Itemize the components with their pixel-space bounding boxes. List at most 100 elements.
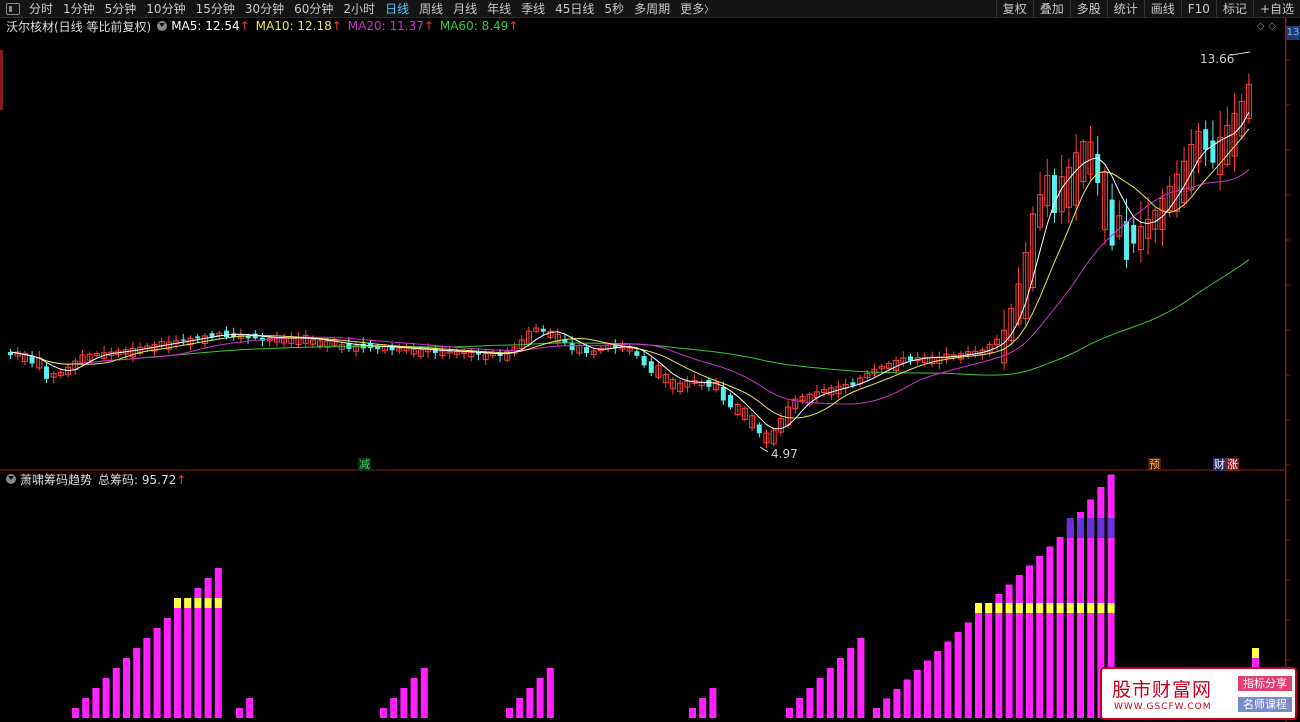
candle-down: [209, 333, 215, 337]
chip-bar: [699, 698, 707, 718]
chip-bar: [1015, 575, 1023, 718]
candle-down: [641, 356, 647, 366]
candle-down: [756, 424, 762, 434]
watermark-title: 股市财富网: [1112, 679, 1213, 701]
marker-yu[interactable]: 预: [1148, 458, 1161, 471]
chip-bar: [400, 688, 408, 718]
chip-bar-yellow: [1107, 603, 1115, 613]
chip-bar: [112, 668, 120, 718]
indicator-total: 总筹码: 95.72↑: [98, 471, 186, 488]
chip-bar: [174, 608, 181, 718]
chip-bar: [1077, 512, 1084, 718]
chip-bar: [913, 670, 921, 718]
chip-bar-blue: [1066, 518, 1074, 538]
marker-cai[interactable]: 财: [1213, 458, 1226, 471]
chip-bar: [883, 698, 891, 718]
candle-down: [569, 343, 575, 351]
chip-bar: [954, 632, 962, 718]
chip-bar-blue: [1087, 518, 1095, 538]
ma5-line: [10, 112, 1250, 430]
chip-bar-yellow: [1005, 603, 1013, 613]
watermark-tag-share: 指标分享: [1238, 676, 1292, 691]
chip-bar: [1026, 565, 1033, 718]
marker-zhang[interactable]: 涨: [1226, 458, 1239, 471]
chip-bar-yellow: [975, 603, 982, 613]
chip-bar: [390, 698, 398, 718]
chip-bar: [985, 603, 993, 718]
chip-bar: [893, 689, 901, 718]
candle-down: [224, 330, 229, 337]
chip-bar: [214, 568, 222, 718]
indicator-legend: 萧啸筹码趋势 总筹码: 95.72↑: [6, 471, 192, 488]
chip-bar-blue: [1077, 518, 1084, 538]
candle-down: [180, 339, 186, 341]
candle-down: [720, 387, 726, 401]
chip-bar-yellow: [1036, 603, 1044, 613]
indicator-dropdown-icon[interactable]: [6, 474, 16, 484]
chip-bar: [826, 668, 834, 718]
chip-bar: [847, 648, 855, 718]
chip-bar: [153, 628, 161, 718]
watermark-logo: 股市财富网 WWW.GSCFW.COM 指标分享 名师课程: [1100, 667, 1297, 720]
chart-grid: [0, 18, 1290, 722]
candle-down: [1131, 224, 1137, 244]
chip-bar: [689, 708, 696, 718]
chip-bar-yellow: [1056, 603, 1064, 613]
chip-bar-yellow: [1097, 603, 1105, 613]
chip-bar: [903, 679, 911, 718]
chip-bar-yellow: [204, 598, 212, 608]
chip-bar: [102, 678, 110, 718]
chip-bar-yellow: [184, 598, 192, 608]
chip-bar: [816, 678, 824, 718]
chip-bar: [1066, 524, 1074, 718]
candle-down: [648, 361, 654, 373]
chip-bar: [246, 698, 254, 718]
chip-bar: [92, 688, 100, 718]
chip-bar-blue: [1107, 518, 1115, 538]
high-price-label: 13.66: [1200, 52, 1235, 66]
candle-down: [540, 328, 546, 332]
watermark-tag-course: 名师课程: [1238, 697, 1292, 712]
chip-bar: [536, 678, 544, 718]
candle-down: [634, 351, 640, 356]
chip-bar: [857, 638, 865, 718]
candle-down: [195, 336, 201, 339]
candles: [8, 73, 1252, 449]
candle-down: [584, 347, 589, 354]
chip-bar-yellow: [214, 598, 222, 608]
chip-bars: [72, 474, 1259, 718]
chip-bar: [873, 708, 880, 718]
chip-bar: [420, 668, 428, 718]
chip-bar-yellow: [985, 603, 993, 613]
chip-bar: [709, 688, 717, 718]
ma-lines: [10, 51, 1251, 453]
chip-bar: [934, 651, 942, 718]
chip-bar-yellow: [995, 603, 1003, 613]
indicator-name[interactable]: 萧啸筹码趋势: [20, 471, 92, 488]
chip-bar: [975, 613, 982, 718]
candle-down: [850, 382, 856, 386]
kline-chart[interactable]: [0, 0, 1300, 722]
candle-down: [1124, 221, 1129, 260]
indicator-arrow: ↑: [176, 472, 187, 487]
indicator-total-value: 总筹码: 95.72: [98, 472, 177, 487]
chip-bar: [410, 678, 418, 718]
chip-bar: [133, 648, 141, 718]
watermark-url: WWW.GSCFW.COM: [1114, 702, 1212, 712]
chip-bar: [184, 598, 192, 718]
chip-bar: [924, 660, 931, 718]
candle-down: [1203, 129, 1209, 150]
chip-bar-yellow: [194, 598, 202, 608]
marker-jian[interactable]: 减: [358, 458, 371, 471]
chip-bar-yellow: [1252, 648, 1259, 658]
chip-bar: [380, 708, 387, 718]
chip-bar: [526, 688, 534, 718]
chip-bar: [796, 698, 804, 718]
chip-bar: [546, 668, 554, 718]
chip-bar: [837, 658, 844, 718]
ma60-line: [10, 259, 1250, 376]
chip-bar: [1056, 537, 1064, 718]
chip-bar: [1046, 546, 1054, 718]
chip-bar: [806, 688, 814, 718]
candle-down: [1109, 199, 1115, 246]
